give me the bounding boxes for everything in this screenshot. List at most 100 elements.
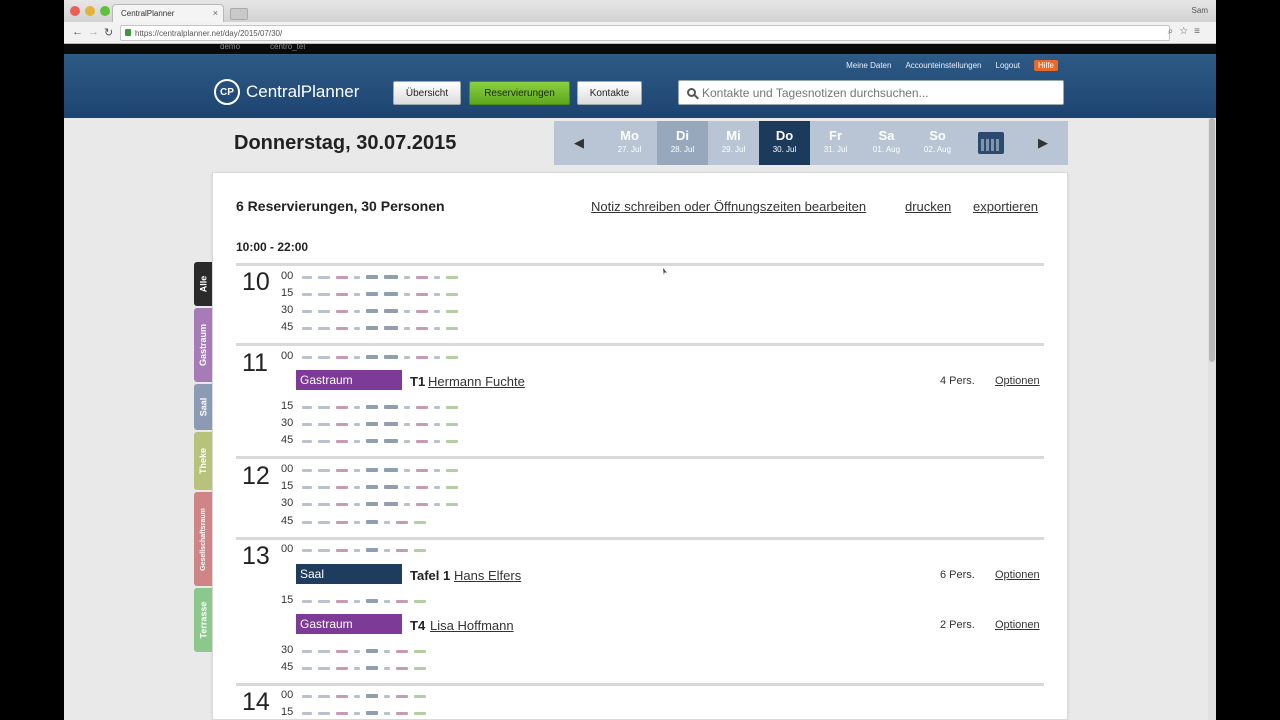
table-slot-marker[interactable]: [318, 711, 330, 715]
table-slot-marker[interactable]: [354, 355, 360, 359]
table-slot-marker[interactable]: [446, 502, 458, 506]
table-slot-marker[interactable]: [302, 439, 312, 443]
search-box[interactable]: [678, 80, 1064, 105]
options-link[interactable]: Optionen: [995, 569, 1040, 581]
table-slot-marker[interactable]: [318, 649, 330, 653]
table-slot-marker[interactable]: [366, 520, 378, 524]
next-week-icon[interactable]: ▶: [1018, 121, 1068, 165]
table-slot-marker[interactable]: [354, 326, 360, 330]
table-slot-marker[interactable]: [354, 309, 360, 313]
table-slot-marker[interactable]: [434, 292, 440, 296]
table-slot-marker[interactable]: [396, 520, 408, 524]
table-slot-marker[interactable]: [384, 405, 398, 409]
table-slot-marker[interactable]: [366, 309, 378, 313]
table-slot-marker[interactable]: [384, 326, 398, 330]
table-slot-marker[interactable]: [384, 275, 398, 279]
table-slot-marker[interactable]: [416, 292, 428, 296]
reservations-button[interactable]: Reservierungen: [469, 81, 570, 105]
table-slot-marker[interactable]: [366, 355, 378, 359]
table-slot-marker[interactable]: [336, 439, 348, 443]
table-slot-marker[interactable]: [434, 439, 440, 443]
table-slot-marker[interactable]: [336, 711, 348, 715]
week-day-di[interactable]: Di 28. Jul: [657, 121, 708, 165]
table-slot-marker[interactable]: [384, 468, 398, 472]
table-slot-marker[interactable]: [404, 309, 410, 313]
table-slot-marker[interactable]: [366, 326, 378, 330]
forward-icon[interactable]: →: [88, 26, 99, 38]
table-slot-marker[interactable]: [336, 649, 348, 653]
table-slot-marker[interactable]: [354, 468, 360, 472]
table-slot-marker[interactable]: [302, 502, 312, 506]
table-slot-marker[interactable]: [318, 422, 330, 426]
table-slot-marker[interactable]: [354, 548, 360, 552]
browser-menu-icons[interactable]: ⌕☆≡: [1168, 26, 1206, 37]
week-day-sa[interactable]: Sa 01. Aug: [861, 121, 912, 165]
table-slot-marker[interactable]: [302, 292, 312, 296]
table-slot-marker[interactable]: [302, 711, 312, 715]
table-slot-marker[interactable]: [354, 666, 360, 670]
table-slot-marker[interactable]: [302, 694, 312, 698]
table-slot-marker[interactable]: [336, 326, 348, 330]
table-slot-marker[interactable]: [384, 292, 398, 296]
table-slot-marker[interactable]: [302, 649, 312, 653]
minimize-window-icon[interactable]: [85, 6, 95, 16]
table-slot-marker[interactable]: [384, 711, 390, 715]
options-link[interactable]: Optionen: [995, 619, 1040, 631]
table-slot-marker[interactable]: [318, 485, 330, 489]
table-slot-marker[interactable]: [404, 439, 410, 443]
table-slot-marker[interactable]: [384, 649, 390, 653]
close-tab-icon[interactable]: ×: [213, 8, 218, 18]
week-day-mo[interactable]: Mo 27. Jul: [604, 121, 655, 165]
table-slot-marker[interactable]: [366, 694, 378, 698]
table-slot-marker[interactable]: [404, 292, 410, 296]
table-slot-marker[interactable]: [384, 520, 390, 524]
table-slot-marker[interactable]: [434, 275, 440, 279]
table-slot-marker[interactable]: [318, 355, 330, 359]
table-slot-marker[interactable]: [354, 275, 360, 279]
table-slot-marker[interactable]: [336, 599, 348, 603]
week-day-so[interactable]: So 02. Aug: [912, 121, 963, 165]
table-slot-marker[interactable]: [434, 355, 440, 359]
table-slot-marker[interactable]: [318, 520, 330, 524]
search-input[interactable]: [702, 85, 1042, 100]
table-slot-marker[interactable]: [404, 326, 410, 330]
table-slot-marker[interactable]: [396, 548, 408, 552]
table-slot-marker[interactable]: [302, 355, 312, 359]
table-slot-marker[interactable]: [384, 309, 398, 313]
table-slot-marker[interactable]: [366, 548, 378, 552]
table-slot-marker[interactable]: [404, 422, 410, 426]
table-slot-marker[interactable]: [404, 355, 410, 359]
table-slot-marker[interactable]: [366, 422, 378, 426]
table-slot-marker[interactable]: [384, 485, 398, 489]
table-slot-marker[interactable]: [396, 599, 408, 603]
table-slot-marker[interactable]: [396, 649, 408, 653]
table-slot-marker[interactable]: [384, 599, 390, 603]
table-slot-marker[interactable]: [416, 468, 428, 472]
table-slot-marker[interactable]: [446, 309, 458, 313]
url-bar[interactable]: https://centralplanner.net/day/2015/07/3…: [120, 25, 1170, 41]
table-slot-marker[interactable]: [318, 468, 330, 472]
logo[interactable]: CP CentralPlanner: [214, 79, 359, 105]
close-window-icon[interactable]: [70, 6, 80, 16]
help-badge[interactable]: Hilfe: [1033, 60, 1058, 71]
export-link[interactable]: exportieren: [973, 199, 1038, 214]
table-slot-marker[interactable]: [434, 485, 440, 489]
contacts-button[interactable]: Kontakte: [577, 81, 642, 105]
overview-button[interactable]: Übersicht: [393, 81, 461, 105]
table-slot-marker[interactable]: [336, 694, 348, 698]
table-slot-marker[interactable]: [336, 355, 348, 359]
table-slot-marker[interactable]: [336, 520, 348, 524]
table-slot-marker[interactable]: [384, 355, 398, 359]
table-slot-marker[interactable]: [434, 502, 440, 506]
table-slot-marker[interactable]: [336, 548, 348, 552]
table-slot-marker[interactable]: [318, 326, 330, 330]
table-slot-marker[interactable]: [336, 405, 348, 409]
table-slot-marker[interactable]: [416, 405, 428, 409]
table-slot-marker[interactable]: [446, 405, 458, 409]
prev-week-icon[interactable]: ◀: [554, 121, 604, 165]
table-slot-marker[interactable]: [416, 309, 428, 313]
side-tab-terrasse[interactable]: Terrasse: [194, 588, 212, 652]
edit-note-link[interactable]: Notiz schreiben oder Öffnungszeiten bear…: [591, 199, 866, 214]
table-slot-marker[interactable]: [336, 275, 348, 279]
side-tab-theke[interactable]: Theke: [194, 432, 212, 490]
